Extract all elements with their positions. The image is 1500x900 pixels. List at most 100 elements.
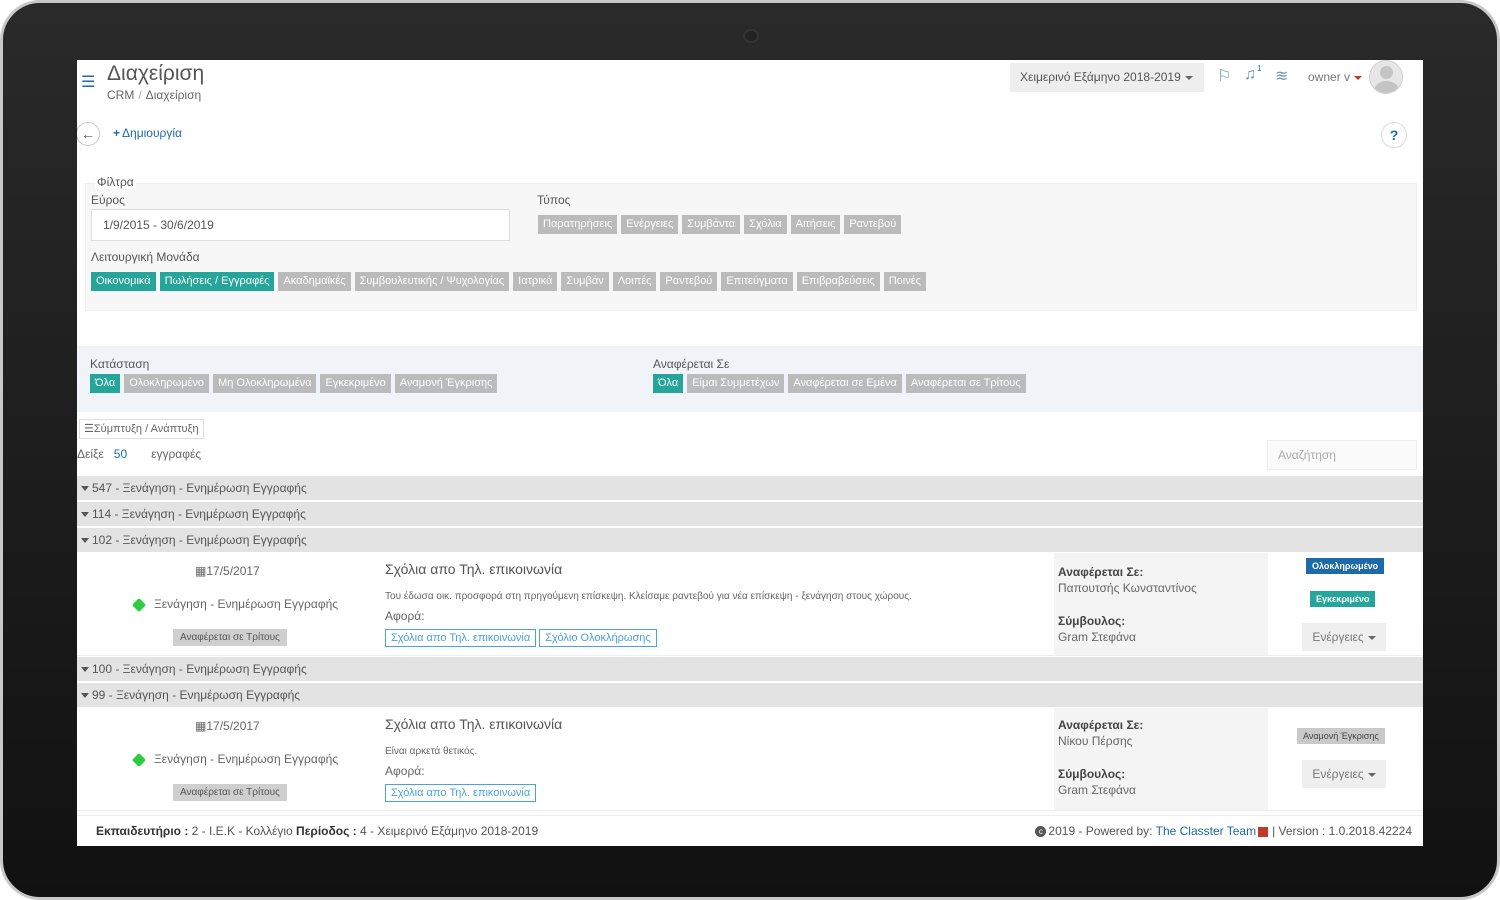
group-label: 102 - Ξενάγηση - Ενημέρωση Εγγραφής <box>92 533 307 547</box>
chip-status[interactable]: Ολοκληρωμένο <box>124 374 210 393</box>
actions-button[interactable]: Ενέργειες <box>1302 760 1386 788</box>
page-title: Διαχείριση <box>107 62 205 85</box>
record-description: Είναι αρκετά θετικός. <box>385 746 478 757</box>
record-description: Του έδωσα οικ. προσφορά στη πρηγούμενη ε… <box>385 591 912 602</box>
status-filters: Κατάσταση Όλα Ολοκληρωμένο Μη Ολοκληρωμέ… <box>77 346 1423 412</box>
about-label: Αφορά: <box>385 764 425 778</box>
chip-type[interactable]: Αιτήσεις <box>790 215 841 234</box>
flag-icon[interactable]: ⚐ <box>1217 66 1231 86</box>
group-row[interactable]: 99 - Ξενάγηση - Ενημέρωση Εγγραφής <box>77 682 1423 707</box>
breadcrumb-current: Διαχείριση <box>145 88 202 102</box>
chip-type[interactable]: Συμβάντα <box>682 215 741 234</box>
notification-count: 1 <box>1257 64 1262 73</box>
record-category: Ξενάγηση - Ενημέρωση Εγγραφής <box>131 752 338 767</box>
caret-down-icon <box>81 512 89 518</box>
chip-refers[interactable]: Αναφέρεται σε Εμένα <box>788 374 902 393</box>
advisor-label: Σύμβουλος: <box>1058 614 1126 628</box>
chip-unit[interactable]: Συμβουλευτικής / Ψυχολογίας <box>354 272 510 291</box>
group-row[interactable]: 102 - Ξενάγηση - Ενημέρωση Εγγραφής <box>77 527 1423 552</box>
refers-to-value: Παπουτσής Κωνσταντίνος <box>1058 581 1197 595</box>
chip-unit[interactable]: Ακαδημαϊκές <box>278 272 351 291</box>
layers-icon[interactable]: ≋ <box>1275 66 1288 86</box>
chevron-down-icon <box>1354 75 1363 80</box>
menu-icon[interactable]: ☰ <box>81 72 95 92</box>
advisor-value: Gram Στεφάνα <box>1058 630 1136 644</box>
chip-status[interactable]: Αναμονή Έγκρισης <box>394 374 498 393</box>
back-button[interactable]: ← <box>77 122 100 146</box>
record-links: Σχόλια απο Τηλ. επικοινωνία <box>385 784 537 802</box>
chip-unit[interactable]: Λοιπές <box>612 272 657 291</box>
group-row[interactable]: 547 - Ξενάγηση - Ενημέρωση Εγγραφής <box>77 475 1423 500</box>
chip-type[interactable]: Σχόλια <box>744 215 787 234</box>
chevron-down-icon <box>1367 635 1376 640</box>
chip-status[interactable]: Μη Ολοκληρωμένα <box>213 374 317 393</box>
refers-to-label: Αναφέρεται Σε: <box>1058 718 1144 732</box>
record-links: Σχόλια απο Τηλ. επικοινωνία Σχόλιο Ολοκλ… <box>385 629 657 647</box>
chip-unit[interactable]: Ποινές <box>883 272 926 291</box>
search-input[interactable]: Αναζήτηση <box>1267 440 1417 470</box>
footer-credits: c 2019 - Powered by: The Classter Team | V… <box>1035 816 1412 846</box>
create-button[interactable]: + Δημιουργία <box>113 126 182 140</box>
record-status-column: Αναμονή Έγκρισης Ενέργειες <box>1268 708 1423 810</box>
chip-unit[interactable]: Επιτεύγματα <box>721 272 793 291</box>
group-row[interactable]: 100 - Ξενάγηση - Ενημέρωση Εγγραφής <box>77 656 1423 681</box>
refers-badge: Αναφέρεται σε Τρίτους <box>173 629 287 646</box>
breadcrumb: CRM / Διαχείριση <box>107 88 202 102</box>
chip-unit[interactable]: Οικονομικά <box>91 272 156 291</box>
breadcrumb-crm[interactable]: CRM <box>107 88 134 102</box>
team-link[interactable]: The Classter Team <box>1156 824 1256 838</box>
semester-label: Χειμερινό Εξάμηνο 2018-2019 <box>1020 70 1181 84</box>
collapse-toggle-button[interactable]: ☰Σύμπτυξη / Ανάπτυξη <box>79 419 204 439</box>
list-item: ▦17/5/2017 Ξενάγηση - Ενημέρωση Εγγραφής… <box>77 553 1423 656</box>
caret-down-icon <box>81 693 89 699</box>
footer-context: Εκπαιδευτήριο : 2 - Ι.Ε.Κ - Κολλέγιο Περ… <box>96 824 539 838</box>
chip-unit[interactable]: Ιατρικά <box>513 272 558 291</box>
chevron-down-icon <box>1184 75 1193 80</box>
chip-refers[interactable]: Όλα <box>653 374 684 393</box>
about-label: Αφορά: <box>385 609 425 623</box>
tag-icon <box>131 752 147 767</box>
filters-panel: Φίλτρα Εύρος 1/9/2015 - 30/6/2019 Τύπος … <box>77 155 1423 345</box>
semester-selector[interactable]: Χειμερινό Εξάμηνο 2018-2019 <box>1010 63 1204 92</box>
chip-unit[interactable]: Επιβραβεύσεις <box>796 272 880 291</box>
chip-status[interactable]: Όλα <box>90 374 121 393</box>
record-link[interactable]: Σχόλια απο Τηλ. επικοινωνία <box>385 629 537 647</box>
record-link[interactable]: Σχόλιο Ολοκλήρωσης <box>539 629 657 647</box>
chip-type[interactable]: Ραντεβού <box>844 215 902 234</box>
chip-refers[interactable]: Είμαι Συμμετέχων <box>687 374 785 393</box>
create-label: Δημιουργία <box>122 126 182 140</box>
filters-legend: Φίλτρα <box>95 175 136 189</box>
page-size-select[interactable]: 50 <box>114 447 127 461</box>
actions-button[interactable]: Ενέργειες <box>1302 623 1386 651</box>
group-row[interactable]: 114 - Ξενάγηση - Ενημέρωση Εγγραφής <box>77 501 1423 526</box>
range-label: Εύρος <box>91 193 125 207</box>
chip-type[interactable]: Παρατηρήσεις <box>538 215 618 234</box>
tablet-frame: ☰ Διαχείριση CRM / Διαχείριση Χειμερινό Εξ… <box>0 0 1500 900</box>
status-badge: Ολοκληρωμένο <box>1306 558 1385 574</box>
refers-to-label: Αναφέρεται Σε: <box>1058 565 1144 579</box>
date-range-input[interactable]: 1/9/2015 - 30/6/2019 <box>91 209 510 241</box>
bell-icon[interactable]: ♫ <box>1244 66 1256 84</box>
avatar[interactable] <box>1369 60 1403 94</box>
chip-refers[interactable]: Αναφέρεται σε Τρίτους <box>905 374 1026 393</box>
advisor-value: Gram Στεφάνα <box>1058 783 1136 797</box>
chip-status[interactable]: Εγκεκριμένο <box>320 374 391 393</box>
camera-icon <box>743 29 759 43</box>
plus-icon: + <box>113 126 121 140</box>
caret-down-icon <box>81 538 89 544</box>
status-chips: Όλα Ολοκληρωμένο Μη Ολοκληρωμένα Εγκεκρι… <box>90 374 498 393</box>
tag-icon <box>131 597 147 612</box>
help-button[interactable]: ? <box>1381 122 1407 148</box>
calendar-icon: ▦ <box>195 564 207 578</box>
chip-unit[interactable]: Συμβάν <box>561 272 609 291</box>
type-filter-chips: Παρατηρήσεις Ενέργειες Συμβάντα Σχόλια Α… <box>538 215 902 234</box>
group-label: 99 - Ξενάγηση - Ενημέρωση Εγγραφής <box>92 688 301 702</box>
status-label: Κατάσταση <box>90 357 150 371</box>
caret-down-icon <box>81 486 89 492</box>
chip-type[interactable]: Ενέργειες <box>621 215 679 234</box>
chip-unit[interactable]: Πωλήσεις / Εγγραφές <box>159 272 275 291</box>
chip-unit[interactable]: Ραντεβού <box>660 272 718 291</box>
refers-chips: Όλα Είμαι Συμμετέχων Αναφέρεται σε Εμένα… <box>653 374 1026 393</box>
user-menu[interactable]: owner v <box>1308 70 1363 84</box>
record-link[interactable]: Σχόλια απο Τηλ. επικοινωνία <box>385 784 537 802</box>
